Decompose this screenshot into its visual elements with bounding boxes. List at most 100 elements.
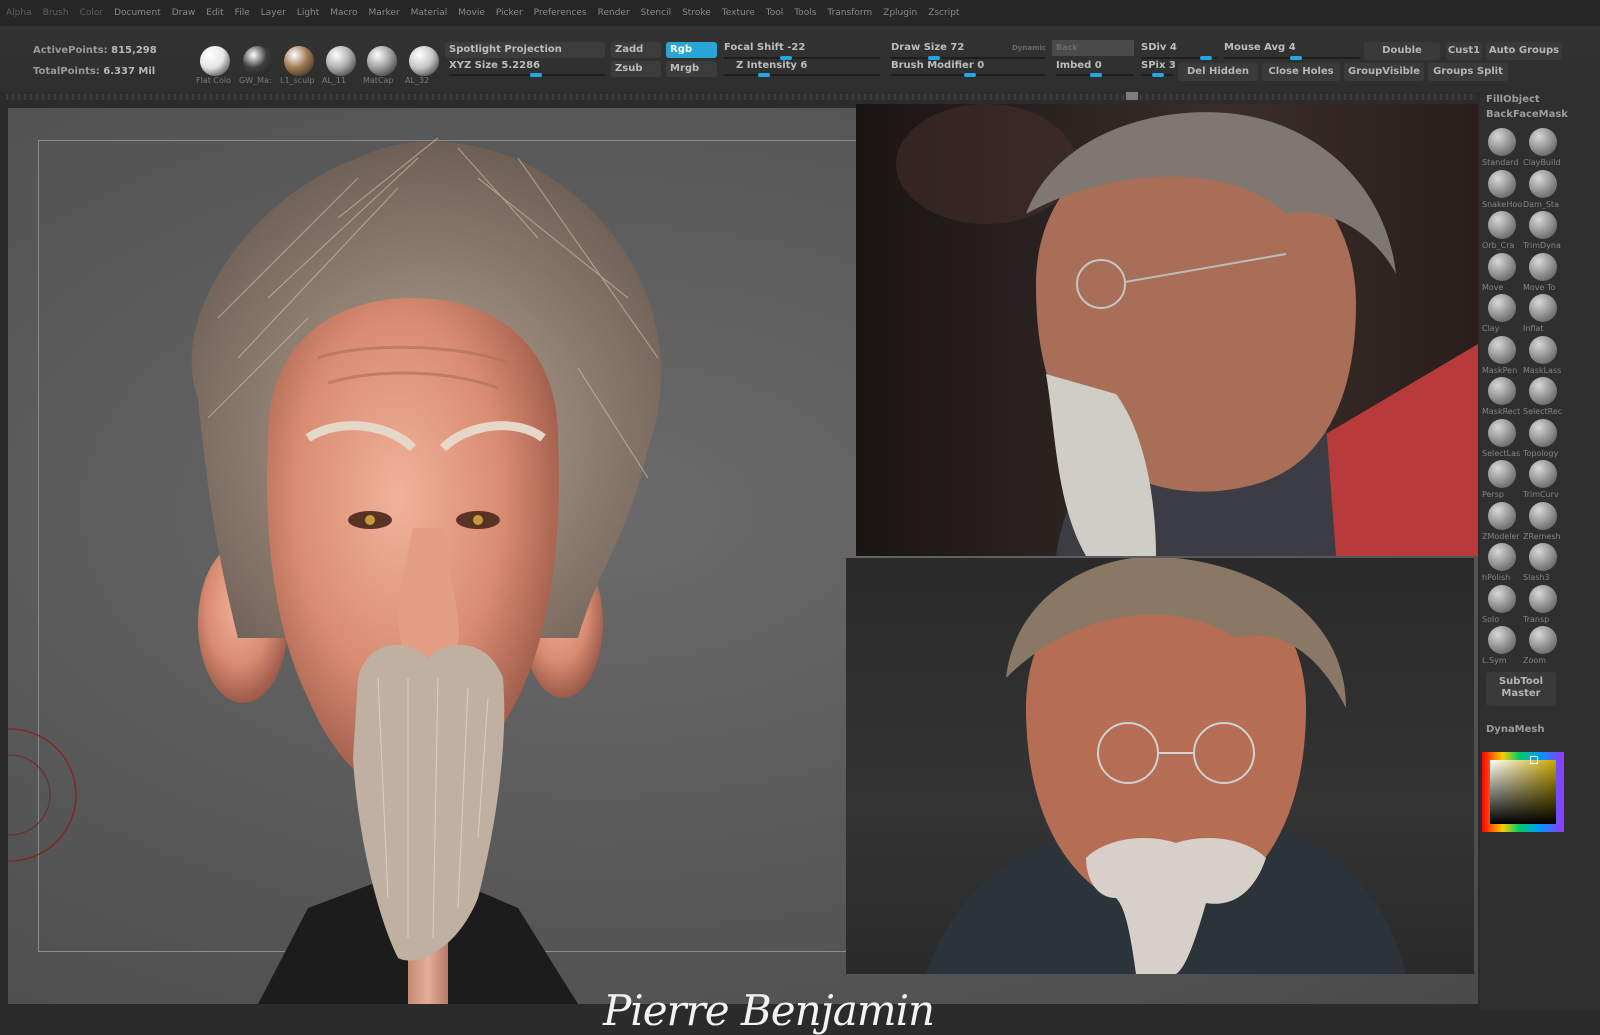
brush-zoom[interactable]: Zoom xyxy=(1523,624,1563,666)
menu-item-marker[interactable]: Marker xyxy=(369,8,400,18)
brush-persp[interactable]: Persp xyxy=(1482,458,1522,500)
brush-modifier-slider[interactable]: Brush Modifier 0 xyxy=(887,58,1037,74)
menu-item-texture[interactable]: Texture xyxy=(722,8,755,18)
material-swatch[interactable] xyxy=(367,46,397,76)
material-swatch[interactable] xyxy=(326,46,356,76)
double-button[interactable]: Double xyxy=(1364,42,1440,60)
color-picker-square[interactable] xyxy=(1490,760,1556,824)
group-visible-button[interactable]: GroupVisible xyxy=(1344,63,1424,81)
menu-item-stroke[interactable]: Stroke xyxy=(682,8,711,18)
menu-item-picker[interactable]: Picker xyxy=(496,8,523,18)
brush-selectrec[interactable]: SelectRec xyxy=(1523,375,1563,417)
spix-knob[interactable] xyxy=(1152,73,1164,77)
z-intensity-knob[interactable] xyxy=(758,73,770,77)
brush-dam-sta[interactable]: Dam_Sta xyxy=(1523,168,1563,210)
brush-trimcurv[interactable]: TrimCurv xyxy=(1523,458,1563,500)
menu-item-tools[interactable]: Tools xyxy=(794,8,816,18)
brush-inflat[interactable]: Inflat xyxy=(1523,292,1563,334)
brush-modifier-knob[interactable] xyxy=(964,73,976,77)
brush-orb-cra[interactable]: Orb_Cra xyxy=(1482,209,1522,251)
brush-hpolish[interactable]: hPolish xyxy=(1482,541,1522,583)
brush-slash3[interactable]: Slash3 xyxy=(1523,541,1563,583)
brush-move[interactable]: Move xyxy=(1482,251,1522,293)
rgb-button[interactable]: Rgb xyxy=(666,42,717,58)
spix-slider[interactable]: SPix 3 xyxy=(1137,58,1177,74)
spotlight-projection-button[interactable]: Spotlight Projection xyxy=(445,42,605,58)
backface-mask-button[interactable]: BackFaceMask xyxy=(1486,109,1568,120)
brush-topology[interactable]: Topology xyxy=(1523,417,1563,459)
imbed-slider[interactable]: Imbed 0 xyxy=(1052,58,1134,74)
imbed-knob[interactable] xyxy=(1090,73,1102,77)
del-hidden-button[interactable]: Del Hidden xyxy=(1178,63,1258,81)
menu-item-draw[interactable]: Draw xyxy=(172,8,196,18)
brush-l-sym[interactable]: L.Sym xyxy=(1482,624,1522,666)
xyz-size-slider[interactable]: XYZ Size 5.2286 xyxy=(445,58,605,74)
focal-shift-slider[interactable]: Focal Shift -22 xyxy=(720,40,880,56)
brush-selectlas[interactable]: SelectLas xyxy=(1482,417,1522,459)
back-button[interactable]: Back xyxy=(1052,40,1134,56)
reference-portrait-profile xyxy=(896,104,1478,556)
subtool-master-button[interactable]: SubTool Master xyxy=(1486,672,1556,706)
material-swatch[interactable] xyxy=(200,46,230,76)
menu-item-tool[interactable]: Tool xyxy=(766,8,783,18)
menu-item-preferences[interactable]: Preferences xyxy=(534,8,587,18)
brush-solo[interactable]: Solo xyxy=(1482,583,1522,625)
menu-item-transform[interactable]: Transform xyxy=(827,8,872,18)
mouse-avg-slider[interactable]: Mouse Avg 4 xyxy=(1220,40,1360,56)
color-picker-hue-ring[interactable] xyxy=(1482,752,1564,832)
menu-item-color[interactable]: Color xyxy=(80,8,104,18)
draw-size-slider[interactable]: Draw Size 72 xyxy=(887,40,1007,56)
menu-item-layer[interactable]: Layer xyxy=(261,8,286,18)
zsub-button[interactable]: Zsub xyxy=(611,61,661,77)
brush-snakehoo[interactable]: SnakeHoo xyxy=(1482,168,1522,210)
groups-split-button[interactable]: Groups Split xyxy=(1428,63,1508,81)
menu-item-stencil[interactable]: Stencil xyxy=(641,8,671,18)
material-swatch[interactable] xyxy=(243,46,273,76)
sdiv-slider[interactable]: SDiv 4 xyxy=(1137,40,1213,56)
auto-groups-button[interactable]: Auto Groups xyxy=(1486,42,1562,60)
brush-label: TrimDyna xyxy=(1523,241,1561,250)
reference-photo-profile xyxy=(856,104,1478,556)
mouse-avg-knob[interactable] xyxy=(1290,56,1302,60)
menu-item-alpha[interactable]: Alpha xyxy=(6,8,32,18)
brush-standard[interactable]: Standard xyxy=(1482,126,1522,168)
custom-1-button[interactable]: Cust1 xyxy=(1446,42,1482,60)
sculpt-model[interactable] xyxy=(158,118,718,1004)
menu-item-zplugin[interactable]: Zplugin xyxy=(883,8,917,18)
brush-icon xyxy=(1529,626,1557,654)
zadd-button[interactable]: Zadd xyxy=(611,42,661,58)
menu-item-material[interactable]: Material xyxy=(411,8,448,18)
brush-trimdyna[interactable]: TrimDyna xyxy=(1523,209,1563,251)
brush-zmodeler[interactable]: ZModeler xyxy=(1482,500,1522,542)
brush-maskrect[interactable]: MaskRect xyxy=(1482,375,1522,417)
material-swatch[interactable] xyxy=(284,46,314,76)
z-intensity-slider[interactable]: Z Intensity 6 xyxy=(732,58,880,74)
brush-masklass[interactable]: MaskLass xyxy=(1523,334,1563,376)
xyz-size-knob[interactable] xyxy=(530,73,542,77)
menu-item-macro[interactable]: Macro xyxy=(330,8,357,18)
material-swatch[interactable] xyxy=(409,46,439,76)
mrgb-button[interactable]: Mrgb xyxy=(666,61,717,77)
menu-item-light[interactable]: Light xyxy=(297,8,319,18)
brush-clay[interactable]: Clay xyxy=(1482,292,1522,334)
menu-item-brush[interactable]: Brush xyxy=(43,8,69,18)
brush-icon xyxy=(1529,128,1557,156)
color-picker-marker[interactable] xyxy=(1530,756,1538,764)
dynamic-toggle[interactable]: Dynamic xyxy=(1008,40,1050,56)
menu-item-edit[interactable]: Edit xyxy=(206,8,223,18)
menu-item-file[interactable]: File xyxy=(235,8,250,18)
sdiv-knob[interactable] xyxy=(1200,56,1212,60)
menu-item-render[interactable]: Render xyxy=(598,8,630,18)
close-holes-button[interactable]: Close Holes xyxy=(1262,63,1340,81)
menu-item-movie[interactable]: Movie xyxy=(458,8,485,18)
brush-maskpen[interactable]: MaskPen xyxy=(1482,334,1522,376)
brush-transp[interactable]: Transp xyxy=(1523,583,1563,625)
brush-move-to[interactable]: Move To xyxy=(1523,251,1563,293)
menu-item-document[interactable]: Document xyxy=(114,8,161,18)
menu-item-zscript[interactable]: Zscript xyxy=(928,8,959,18)
brush-claybuild[interactable]: ClayBuild xyxy=(1523,126,1563,168)
fill-object-button[interactable]: FillObject xyxy=(1486,94,1540,105)
ruler-handle[interactable] xyxy=(1126,92,1138,100)
dynamesh-label[interactable]: DynaMesh xyxy=(1486,724,1545,735)
brush-zremesh[interactable]: ZRemesh xyxy=(1523,500,1563,542)
